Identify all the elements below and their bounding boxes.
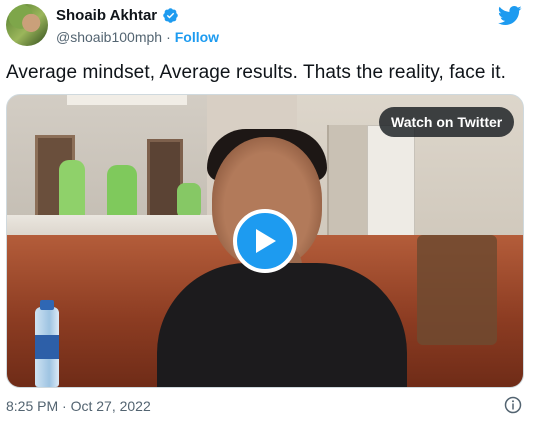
separator-dot: · <box>166 29 171 45</box>
avatar[interactable] <box>6 4 48 46</box>
tweet-text: Average mindset, Average results. Thats … <box>6 62 507 83</box>
video-frame-light <box>67 95 187 105</box>
author-handle[interactable]: @shoaib100mph <box>56 29 162 45</box>
video-frame-bottle-cap <box>40 300 54 310</box>
author-name[interactable]: Shoaib Akhtar <box>56 7 157 24</box>
verified-badge-icon <box>163 8 178 23</box>
watch-on-twitter-button[interactable]: Watch on Twitter <box>379 107 515 137</box>
video-frame-person-body <box>157 263 407 387</box>
video-frame-background-person <box>177 183 201 219</box>
tweet-timestamp[interactable]: 8:25 PM · Oct 27, 2022 <box>6 398 151 414</box>
video-frame-chair <box>417 235 497 345</box>
video-frame-background-person <box>59 160 85 220</box>
author-handle-row: @shoaib100mph · Follow <box>56 29 219 45</box>
video-frame-bottle-label <box>35 335 59 359</box>
twitter-bird-icon[interactable] <box>498 6 522 26</box>
play-icon <box>256 229 276 253</box>
author-name-row: Shoaib Akhtar <box>56 7 179 24</box>
video-media[interactable]: Watch on Twitter <box>6 94 524 388</box>
play-button[interactable] <box>233 209 297 273</box>
follow-button[interactable]: Follow <box>175 29 219 45</box>
embedded-tweet-card: Shoaib Akhtar @shoaib100mph · Follow Ave… <box>0 0 534 426</box>
info-icon[interactable] <box>504 396 522 414</box>
video-frame-background-person <box>107 165 137 221</box>
